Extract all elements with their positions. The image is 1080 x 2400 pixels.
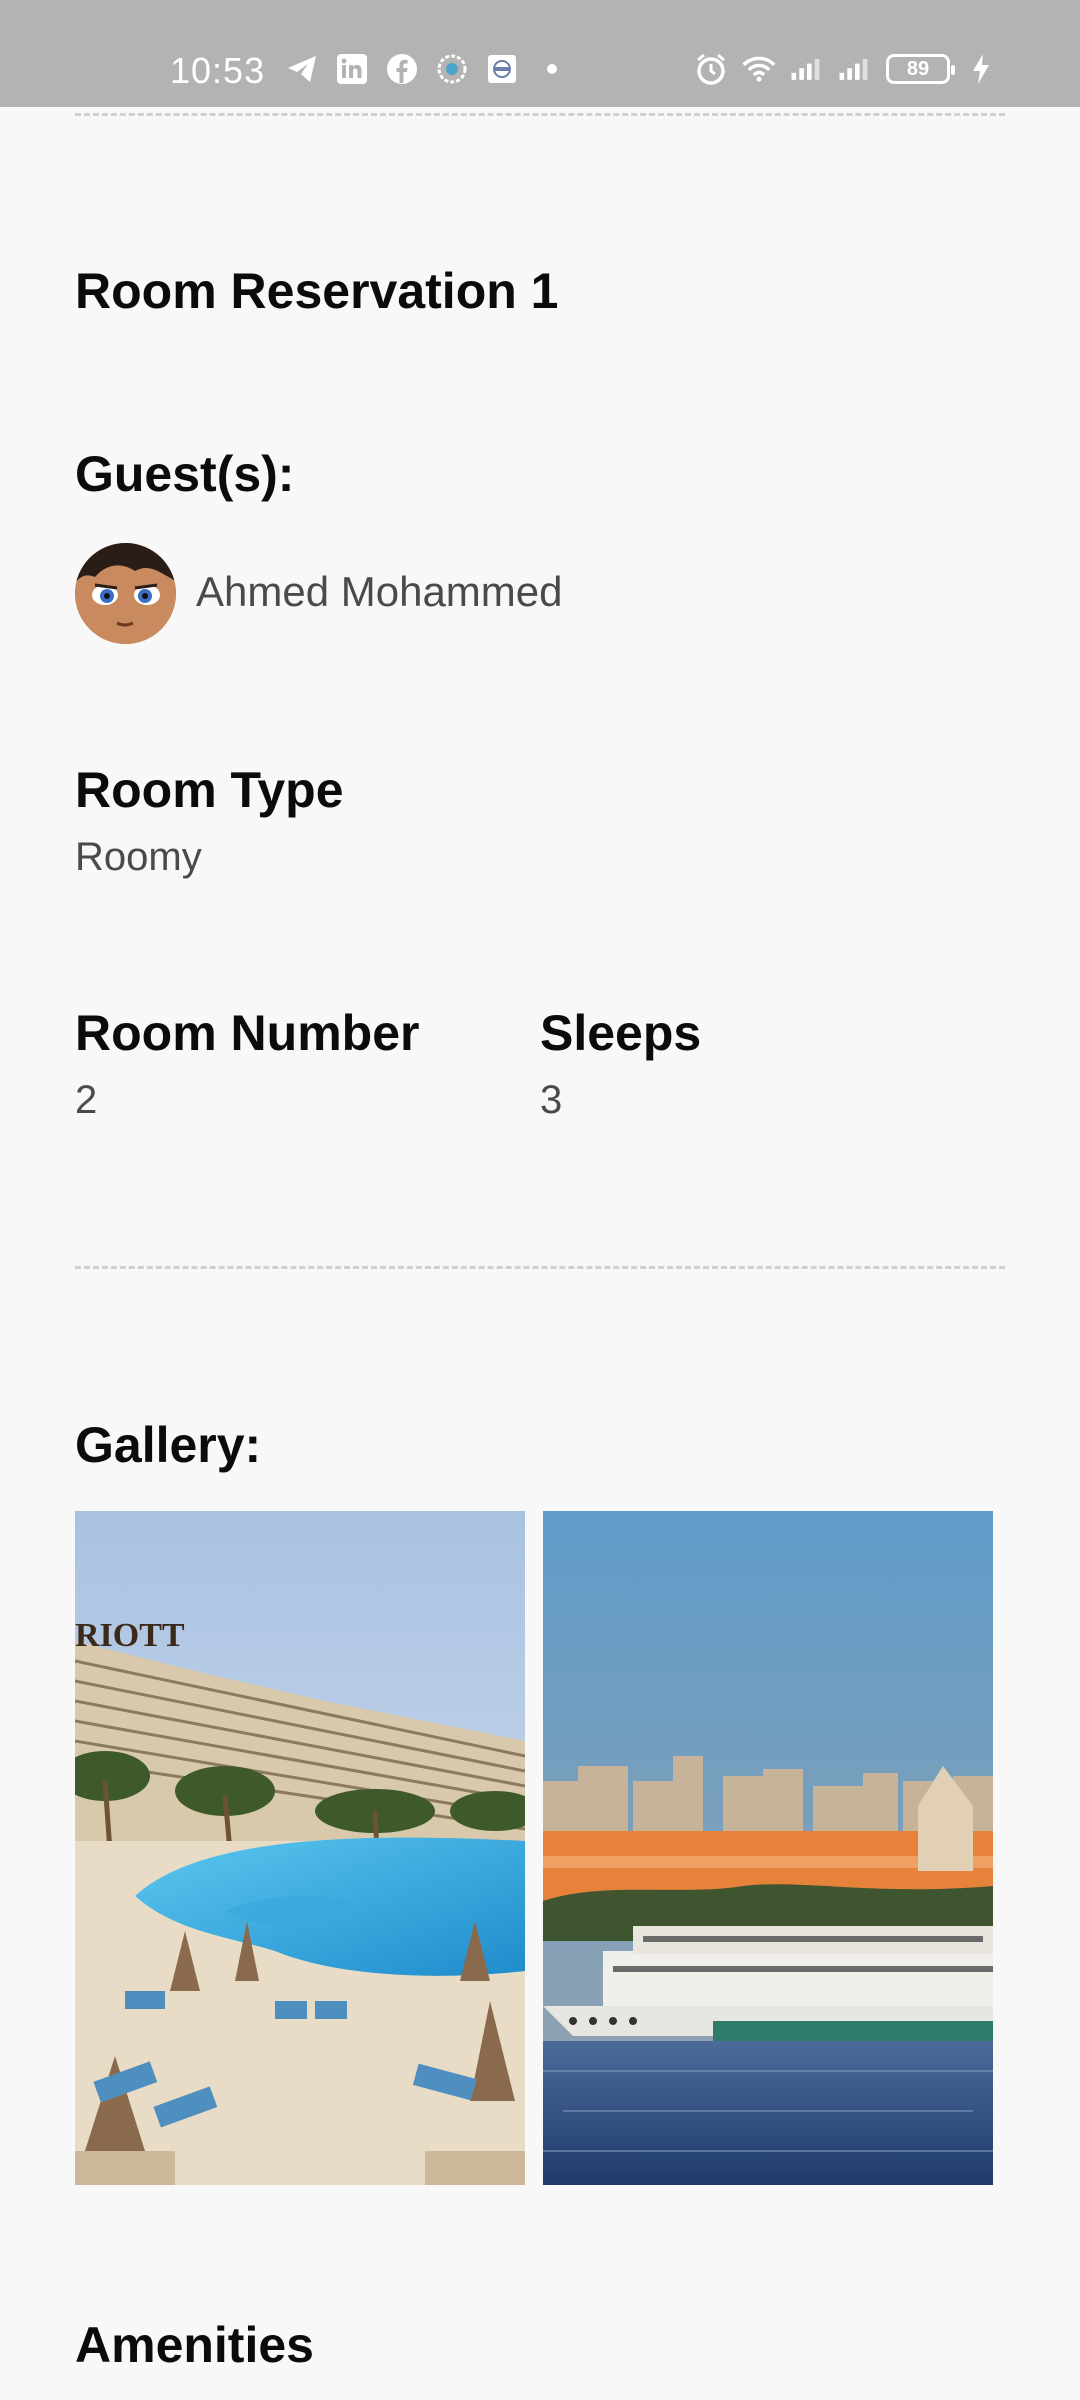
avatar [75, 543, 176, 644]
section-divider [75, 1266, 1005, 1269]
room-number-value: 2 [75, 1078, 98, 1122]
signal-icon [838, 52, 872, 86]
battery-icon: 89 [886, 54, 955, 84]
charging-icon [964, 52, 998, 86]
alarm-icon [694, 52, 728, 86]
status-bar: 10:53 89 [0, 0, 1080, 107]
wifi-icon [742, 52, 776, 86]
sleeps-value: 3 [540, 1078, 563, 1122]
reservation-title: Room Reservation 1 [75, 263, 559, 319]
app-icon [485, 52, 519, 86]
signal-icon [790, 52, 824, 86]
sleeps-label: Sleeps [540, 1005, 702, 1061]
facebook-icon [385, 52, 419, 86]
nile-river-photo[interactable] [543, 1511, 993, 2185]
guests-label: Guest(s): [75, 446, 295, 502]
guest-name: Ahmed Mohammed [196, 568, 563, 615]
notification-icons [285, 52, 557, 86]
section-divider [75, 113, 1005, 116]
telegram-icon [285, 52, 319, 86]
hotel-sign-text: RIOTT [75, 1617, 185, 1654]
system-icons: 89 [694, 52, 998, 86]
gallery-label: Gallery: [75, 1417, 262, 1473]
room-type-label: Room Type [75, 762, 344, 818]
amenities-label: Amenities [75, 2317, 314, 2373]
room-type-value: Roomy [75, 835, 202, 879]
room-number-label: Room Number [75, 1005, 420, 1061]
hotel-pool-photo[interactable]: RIOTT [75, 1511, 525, 2185]
more-notifications-dot [547, 64, 557, 74]
linkedin-icon [335, 52, 369, 86]
app-icon [435, 52, 469, 86]
status-time: 10:53 [170, 50, 266, 91]
